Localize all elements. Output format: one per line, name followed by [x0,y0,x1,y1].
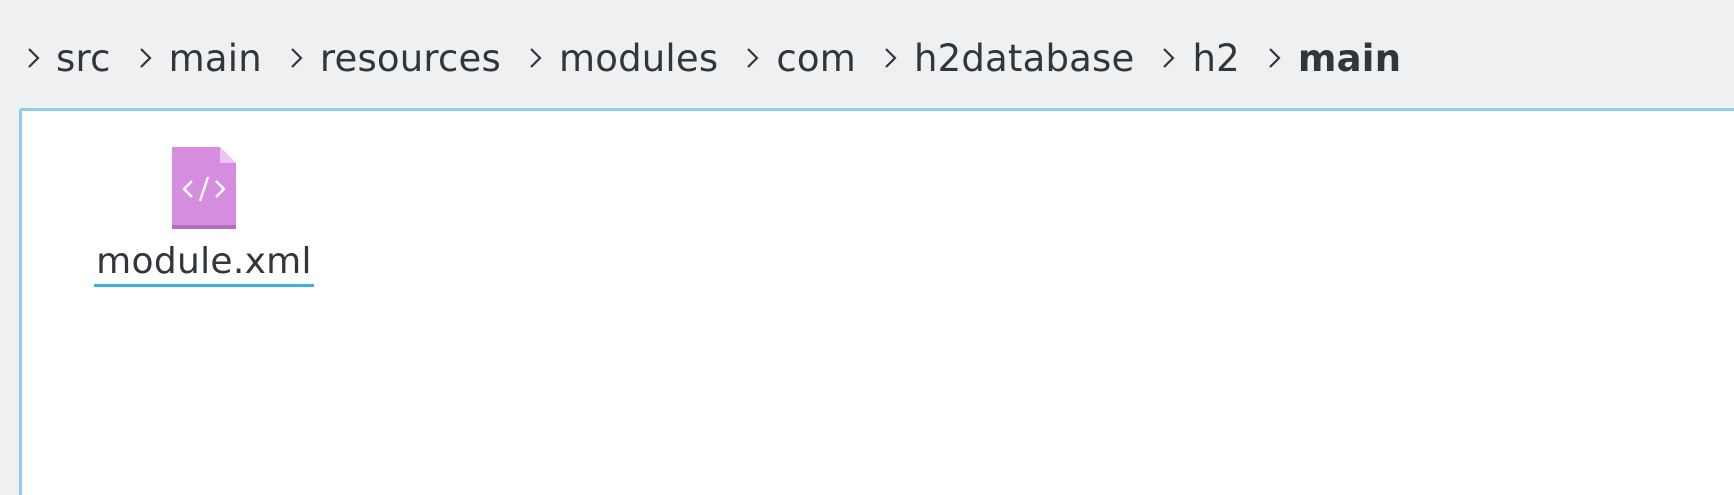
breadcrumb-label[interactable]: h2database [910,37,1151,80]
breadcrumb-item-main[interactable]: main [127,20,278,88]
file-manager-window: src main resources modules com h2databas… [0,0,1734,495]
breadcrumb-current-label[interactable]: main [1294,37,1417,80]
breadcrumb-item-com[interactable]: com [734,20,872,88]
breadcrumb-item-h2[interactable]: h2 [1150,20,1255,88]
breadcrumb-item-h2database[interactable]: h2database [872,20,1151,88]
chevron-right-icon[interactable] [734,38,772,78]
breadcrumb-item-src[interactable]: src [0,20,127,88]
breadcrumb-label[interactable]: main [165,37,278,80]
chevron-right-icon[interactable] [517,38,555,78]
chevron-right-icon[interactable] [1150,38,1188,78]
breadcrumb-label[interactable]: com [772,37,872,80]
breadcrumb-item-current[interactable]: main [1256,20,1417,88]
breadcrumb-label[interactable]: h2 [1188,37,1255,80]
breadcrumb-label[interactable]: resources [316,37,517,80]
chevron-right-icon[interactable] [16,38,52,78]
chevron-right-icon[interactable] [1256,38,1294,78]
chevron-right-icon[interactable] [127,38,165,78]
file-view[interactable]: module.xml [19,108,1734,495]
xml-file-icon[interactable] [170,145,238,231]
file-name[interactable]: module.xml [94,241,314,287]
breadcrumb: src main resources modules com h2databas… [0,0,1734,108]
breadcrumb-label[interactable]: modules [555,37,734,80]
chevron-right-icon[interactable] [872,38,910,78]
breadcrumb-label[interactable]: src [52,37,127,80]
breadcrumb-item-resources[interactable]: resources [278,20,517,88]
chevron-right-icon[interactable] [278,38,316,78]
breadcrumb-item-modules[interactable]: modules [517,20,734,88]
file-item[interactable]: module.xml [84,145,324,287]
